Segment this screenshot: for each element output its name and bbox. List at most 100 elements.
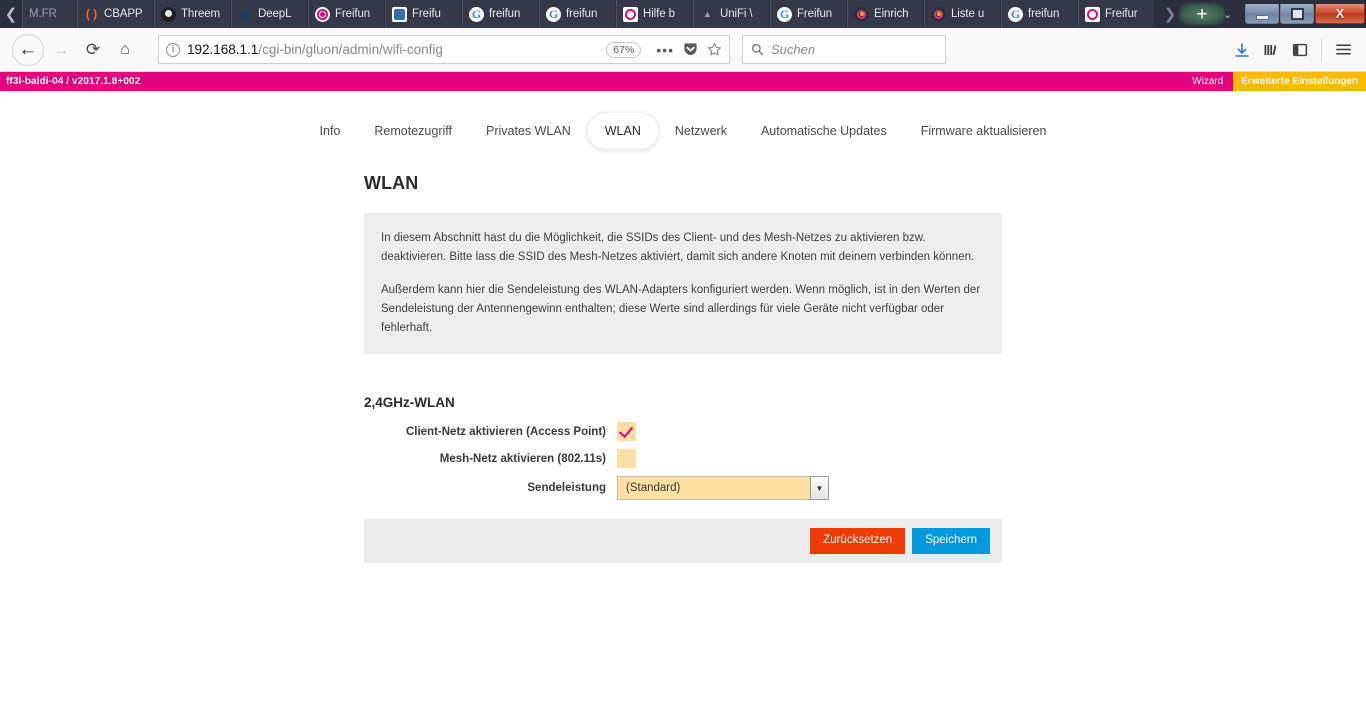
toolbar-divider bbox=[1321, 38, 1322, 61]
client-net-checkbox[interactable] bbox=[617, 422, 636, 442]
browser-tab-label: Freifur bbox=[1105, 8, 1138, 20]
reset-button[interactable]: Zurücksetzen bbox=[810, 528, 906, 554]
browser-tab[interactable]: Freifur bbox=[1078, 0, 1155, 28]
browser-tab-label: DeepL bbox=[258, 8, 292, 20]
notice-paragraph-1: In diesem Abschnitt hast du die Möglichk… bbox=[381, 232, 975, 263]
section-tabs: Info Remotezugriff Privates WLAN WLAN Ne… bbox=[0, 91, 1366, 149]
form-row-txpower: Sendeleistung (Standard) ▼ bbox=[364, 476, 1002, 501]
back-arrow-icon: ← bbox=[18, 38, 38, 60]
tab-scroll-right-button[interactable]: ❯ bbox=[1159, 5, 1181, 23]
browser-tab-label: Threem bbox=[181, 8, 221, 20]
home-button[interactable]: ⌂ bbox=[110, 35, 140, 65]
browser-tab[interactable]: Hilfe b bbox=[616, 0, 693, 28]
browser-tab-label: CBAPP bbox=[104, 8, 143, 20]
url-bar-actions: ••• bbox=[648, 42, 722, 57]
browser-tab-label: freifun bbox=[1028, 8, 1060, 20]
info-icon[interactable]: i bbox=[166, 42, 180, 57]
download-icon[interactable] bbox=[1234, 42, 1250, 58]
gluon-header-links: Wizard Erweiterte Einstellungen bbox=[1182, 72, 1366, 91]
new-tab-button[interactable]: + bbox=[1179, 3, 1225, 25]
sidebar-icon[interactable] bbox=[1292, 42, 1308, 58]
browser-tab-label: Hilfe b bbox=[643, 8, 675, 20]
client-net-label: Client-Netz aktivieren (Access Point) bbox=[405, 425, 606, 438]
notice-paragraph-2: Außerdem kann hier die Sendeleistung des… bbox=[381, 284, 981, 334]
unifi-favicon: ▲ bbox=[703, 8, 712, 19]
freifunk-favicon bbox=[315, 6, 330, 22]
google-favicon: G bbox=[469, 6, 484, 22]
tab-automatische-updates[interactable]: Automatische Updates bbox=[744, 115, 904, 147]
txpower-label: Sendeleistung bbox=[527, 482, 606, 495]
home-icon: ⌂ bbox=[120, 40, 130, 58]
window-controls: X bbox=[1245, 4, 1366, 24]
page-title: WLAN bbox=[364, 173, 419, 193]
save-button[interactable]: Speichern bbox=[912, 528, 990, 554]
wizard-link[interactable]: Wizard bbox=[1182, 72, 1233, 91]
browser-tab-label: M.FR bbox=[29, 8, 57, 20]
url-path: /cgi-bin/gluon/admin/wifi-config bbox=[258, 42, 443, 57]
browser-tab[interactable]: G Freifun bbox=[770, 0, 847, 28]
browser-tab[interactable]: Freifun bbox=[308, 0, 385, 28]
maximize-button[interactable] bbox=[1280, 4, 1314, 24]
tab-remotezugriff[interactable]: Remotezugriff bbox=[357, 115, 469, 147]
tab-privates-wlan[interactable]: Privates WLAN bbox=[469, 115, 588, 147]
browser-tab[interactable]: Threem bbox=[154, 0, 231, 28]
pocket-icon[interactable] bbox=[683, 42, 698, 57]
gluon-header-bar: ff3l-baldi-04 / v2017.1.8+002 Wizard Erw… bbox=[0, 72, 1366, 91]
browser-tab[interactable]: Liste u bbox=[924, 0, 1001, 28]
forward-button[interactable]: → bbox=[46, 35, 76, 65]
url-host: 192.168.1.1 bbox=[187, 42, 259, 57]
close-button[interactable]: X bbox=[1315, 4, 1365, 24]
google-favicon: G bbox=[546, 6, 561, 22]
dot-favicon bbox=[931, 6, 946, 22]
library-icon[interactable] bbox=[1263, 42, 1279, 58]
url-bar[interactable]: i 192.168.1.1/cgi-bin/gluon/admin/wifi-c… bbox=[158, 35, 730, 64]
advanced-settings-link[interactable]: Erweiterte Einstellungen bbox=[1233, 72, 1366, 91]
node-name-label: ff3l-baldi-04 / v2017.1.8+002 bbox=[6, 76, 141, 87]
hilfe-favicon bbox=[623, 6, 638, 22]
form-row-mesh-net: Mesh-Netz aktivieren (802.11s) bbox=[364, 449, 1002, 469]
txpower-select[interactable]: (Standard) ▼ bbox=[617, 476, 829, 501]
form-row-client-net: Client-Netz aktivieren (Access Point) bbox=[364, 422, 1002, 442]
txpower-select-value: (Standard) bbox=[617, 476, 810, 501]
hamburger-menu-icon[interactable] bbox=[1335, 41, 1352, 58]
ellipsis-icon[interactable]: ••• bbox=[656, 43, 674, 57]
browser-tab[interactable]: G freifun bbox=[539, 0, 616, 28]
form-action-bar: Zurücksetzen Speichern bbox=[364, 519, 1002, 564]
tab-firmware-aktualisieren[interactable]: Firmware aktualisieren bbox=[904, 115, 1064, 147]
deepl-favicon: ◉ bbox=[239, 6, 252, 22]
minimize-button[interactable] bbox=[1245, 4, 1279, 24]
reload-icon: ⟳ bbox=[85, 39, 101, 59]
section-title-24ghz: 2,4GHz-WLAN bbox=[364, 395, 455, 411]
tab-strip-controls: ❯ + ⌄ X bbox=[1155, 0, 1366, 28]
freifunk-last-favicon bbox=[1085, 6, 1100, 22]
browser-tab[interactable]: ( ) CBAPP bbox=[77, 0, 154, 28]
browser-tab[interactable]: Freifu bbox=[385, 0, 462, 28]
star-icon[interactable] bbox=[707, 42, 722, 57]
info-notice: In diesem Abschnitt hast du die Möglichk… bbox=[364, 213, 1002, 355]
browser-tab-label: freifun bbox=[566, 8, 598, 20]
forward-arrow-icon: → bbox=[52, 39, 70, 59]
tab-wlan[interactable]: WLAN bbox=[587, 113, 658, 149]
tab-netzwerk[interactable]: Netzwerk bbox=[658, 115, 744, 147]
search-bar[interactable]: Suchen bbox=[742, 35, 946, 64]
tab-info[interactable]: Info bbox=[303, 115, 358, 147]
freifunk-blue-favicon bbox=[392, 6, 407, 22]
reload-button[interactable]: ⟳ bbox=[78, 35, 108, 65]
google-favicon: G bbox=[1008, 6, 1023, 22]
browser-tab[interactable]: G freifun bbox=[462, 0, 539, 28]
browser-tab[interactable]: ◉ DeepL bbox=[231, 0, 308, 28]
back-button[interactable]: ← bbox=[12, 33, 44, 66]
browser-tab[interactable]: Einrich bbox=[847, 0, 924, 28]
zoom-level-badge[interactable]: 67% bbox=[606, 41, 642, 58]
threema-favicon bbox=[161, 6, 176, 22]
search-input[interactable]: Suchen bbox=[771, 42, 815, 57]
browser-tab[interactable]: ▲ UniFi \ bbox=[693, 0, 770, 28]
list-all-tabs-button[interactable]: ⌄ bbox=[1223, 8, 1238, 21]
mesh-net-checkbox[interactable] bbox=[617, 449, 636, 469]
browser-tab[interactable]: M.FR bbox=[22, 0, 77, 28]
chevron-down-icon[interactable]: ▼ bbox=[810, 476, 829, 501]
browser-tab[interactable]: G freifun bbox=[1001, 0, 1078, 28]
browser-tab-label: Freifu bbox=[412, 8, 441, 20]
tab-scroll-left-button[interactable]: ❮ bbox=[0, 0, 22, 28]
browser-navigation-bar: ← → ⟳ ⌂ i 192.168.1.1/cgi-bin/gluon/admi… bbox=[0, 28, 1366, 72]
